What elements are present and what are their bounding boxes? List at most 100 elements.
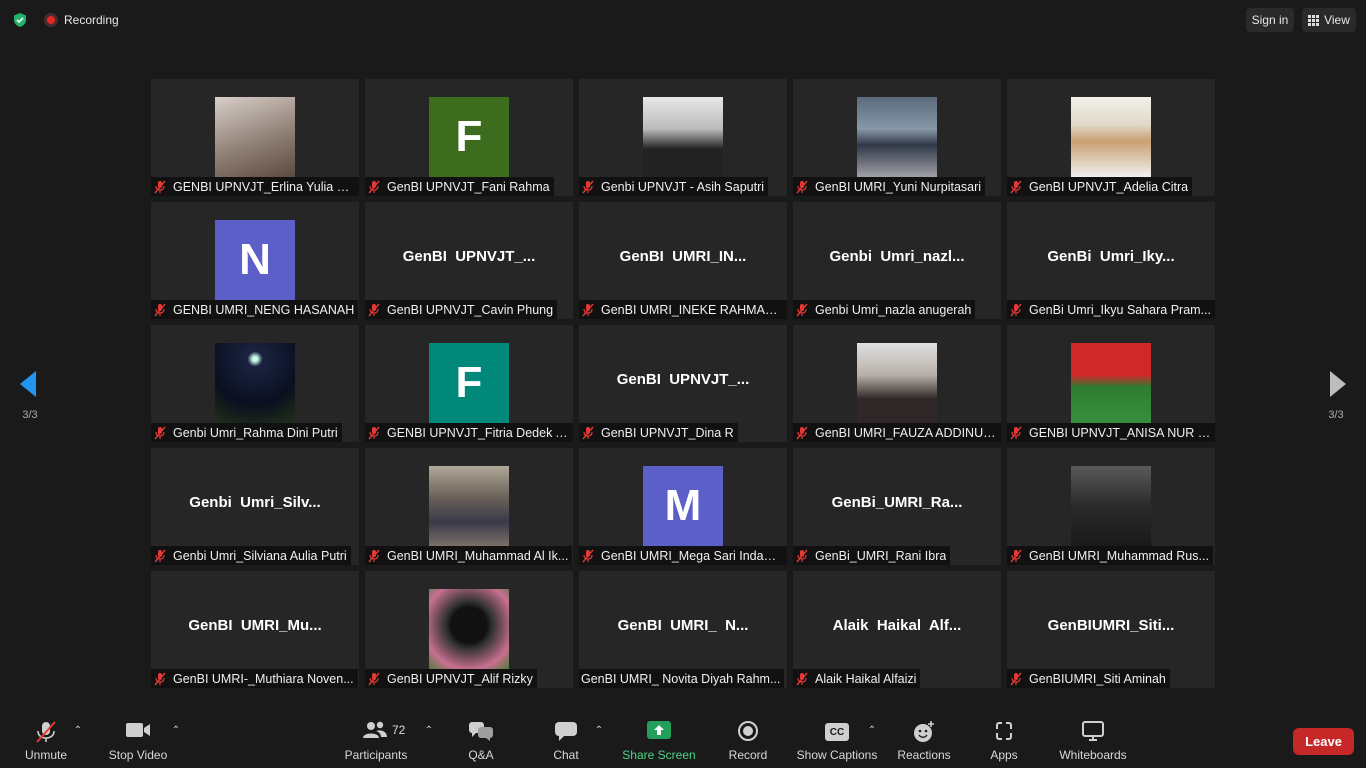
participant-tile[interactable]: N GENBI UMRI_NENG HASANAH [151,202,359,319]
participant-display-name: GenBI UPNVJT_... [616,371,750,388]
participant-tile[interactable]: GenBi Umri_Iky... GenBi Umri_Ikyu Sahara … [1007,202,1215,319]
participant-name-text: GENBI UMRI_NENG HASANAH [173,302,355,317]
participant-name-label: GenBI UMRI_Mega Sari Indah ... [579,546,787,565]
participant-name-text: GenBi Umri_Ikyu Sahara Pram... [1029,302,1211,317]
participant-tile[interactable]: GenBI UPNVJT_... GenBI UPNVJT_Dina R [579,325,787,442]
whiteboards-label: Whiteboards [1059,748,1127,762]
muted-microphone-icon [368,180,380,193]
participants-options-caret-icon[interactable]: ⌃ [424,726,434,736]
leave-button[interactable]: Leave [1293,728,1354,755]
participant-name-text: GenBI UPNVJT_Fani Rahma [387,179,550,194]
participant-name-label: GenBI UMRI_FAUZA ADDINUN... [793,423,1001,442]
participant-display-name: Genbi Umri_Silv... [189,494,321,511]
stop-video-button[interactable]: Stop Video [104,712,172,768]
participant-tile[interactable]: Genbi Umri_nazl... Genbi Umri_nazla anuge… [793,202,1001,319]
captions-options-caret-icon[interactable]: ⌃ [867,726,877,736]
sign-in-button[interactable]: Sign in [1246,8,1294,32]
participant-tile[interactable]: F GenBI UPNVJT_Fani Rahma [365,79,573,196]
participant-photo [857,97,937,177]
participant-tile[interactable]: Genbi UPNVJT - Asih Saputri [579,79,787,196]
previous-page-button[interactable]: 3/3 [0,345,60,425]
participant-name-text: GenBI UPNVJT_Alif Rizky [387,671,533,686]
participant-tile[interactable]: GenBI UMRI_Muhammad Rus... [1007,448,1215,565]
participant-photo [1071,466,1151,546]
qa-button[interactable]: Q&A [460,712,502,768]
participant-tile[interactable]: F GENBI UPNVJT_Fitria Dedek A... [365,325,573,442]
participant-tile[interactable]: GenBI UMRI_IN... GenBI UMRI_INEKE RAHMADI… [579,202,787,319]
participant-tile[interactable]: GenBI UPNVJT_... GenBI UPNVJT_Cavin Phung [365,202,573,319]
participant-name-label: GENBI UPNVJT_Erlina Yulia Pu... [151,177,359,196]
chat-button[interactable]: Chat [546,712,586,768]
record-button[interactable]: Record [726,712,770,768]
participant-photo [643,97,723,177]
participant-tile[interactable]: GENBI UPNVJT_Erlina Yulia Pu... [151,79,359,196]
participant-name-label: GenBI UPNVJT_Alif Rizky [365,669,537,688]
chat-icon [555,722,577,741]
participant-tile[interactable]: GenBI UPNVJT_Alif Rizky [365,571,573,688]
participants-label: Participants [344,748,408,762]
muted-microphone-icon [582,426,594,439]
participant-tile[interactable]: GenBi_UMRI_Ra... GenBi_UMRI_Rani Ibra [793,448,1001,565]
participant-tile[interactable]: GenBI UMRI_Muhammad Al Ik... [365,448,573,565]
video-camera-icon [126,723,150,737]
participant-name-label: GenBI UPNVJT_Fani Rahma [365,177,554,196]
participant-tile[interactable]: GenBI UMRI_Mu... GenBI UMRI-_Muthiara Nov… [151,571,359,688]
participant-display-name: Alaik Haikal Alf... [832,617,962,634]
participants-button[interactable]: 72 Participants [342,712,410,768]
participant-name-text: Genbi UPNVJT - Asih Saputri [601,179,765,194]
participant-name-label: GENBI UMRI_NENG HASANAH [151,300,359,319]
arrow-left-icon [20,371,36,397]
share-screen-button[interactable]: Share Screen [622,712,696,768]
participant-name-text: GenBI UMRI_Yuni Nurpitasari [815,179,982,194]
participant-photo [215,343,295,423]
participant-avatar-letter: F [429,343,509,423]
muted-microphone-icon [368,549,380,562]
view-button[interactable]: View [1302,8,1356,32]
reactions-button[interactable]: Reactions [897,712,951,768]
chat-options-caret-icon[interactable]: ⌃ [594,726,604,736]
video-options-caret-icon[interactable]: ⌃ [171,726,181,736]
participant-tile[interactable]: Genbi Umri_Rahma Dini Putri [151,325,359,442]
participant-name-label: GENBI UPNVJT_ANISA NUR FI... [1007,423,1215,442]
recording-indicator[interactable]: Recording [40,10,123,30]
participant-name-label: Genbi Umri_Rahma Dini Putri [151,423,342,442]
participant-tile[interactable]: GENBI UPNVJT_ANISA NUR FI... [1007,325,1215,442]
next-page-button[interactable]: 3/3 [1306,345,1366,425]
participant-tile[interactable]: GenBIUMRI_Siti... GenBIUMRI_Siti Aminah [1007,571,1215,688]
participant-tile[interactable]: GenBI UMRI_Yuni Nurpitasari [793,79,1001,196]
participant-avatar-letter: M [643,466,723,546]
muted-microphone-icon [1010,549,1022,562]
closed-captions-icon: CC [825,723,849,741]
whiteboards-button[interactable]: Whiteboards [1056,712,1130,768]
participant-name-text: GenBI UMRI_Muhammad Al Ik... [387,548,569,563]
participant-name-text: GenBI UMRI_Mega Sari Indah ... [601,548,783,563]
muted-microphone-icon [582,303,594,316]
participant-display-name: GenBi_UMRI_Ra... [831,494,963,511]
participant-name-label: GenBIUMRI_Siti Aminah [1007,669,1170,688]
participant-name-label: GENBI UPNVJT_Fitria Dedek A... [365,423,573,442]
record-label: Record [728,748,768,762]
audio-options-caret-icon[interactable]: ⌃ [73,726,83,736]
participant-tile[interactable]: GenBI UPNVJT_Adelia Citra [1007,79,1215,196]
muted-microphone-icon [796,549,808,562]
participant-tile[interactable]: GenBI UMRI_ N... GenBI UMRI_ Novita Diyah… [579,571,787,688]
participant-tile[interactable]: GenBI UMRI_FAUZA ADDINUN... [793,325,1001,442]
participant-name-label: GenBI UPNVJT_Cavin Phung [365,300,558,319]
participant-name-label: Genbi Umri_nazla anugerah [793,300,976,319]
unmute-button[interactable]: Unmute [20,712,72,768]
apps-button[interactable]: Apps [986,712,1022,768]
participant-name-label: GenBI UMRI_INEKE RAHMADINI [579,300,787,319]
participant-tile[interactable]: Alaik Haikal Alf... Alaik Haikal Alfaizi [793,571,1001,688]
participant-tile[interactable]: M GenBI UMRI_Mega Sari Indah ... [579,448,787,565]
show-captions-button[interactable]: CC Show Captions [795,712,879,768]
participant-photo [857,343,937,423]
participant-name-text: GENBI UPNVJT_Fitria Dedek A... [387,425,569,440]
participant-photo [429,466,509,546]
participant-name-text: Genbi Umri_Rahma Dini Putri [173,425,338,440]
muted-microphone-icon [154,672,166,685]
muted-microphone-icon [796,672,808,685]
share-screen-icon [647,721,671,739]
participant-tile[interactable]: Genbi Umri_Silv... Genbi Umri_Silviana Au… [151,448,359,565]
security-shield-icon[interactable] [12,12,28,28]
top-bar: Recording Sign in View [0,0,1366,40]
